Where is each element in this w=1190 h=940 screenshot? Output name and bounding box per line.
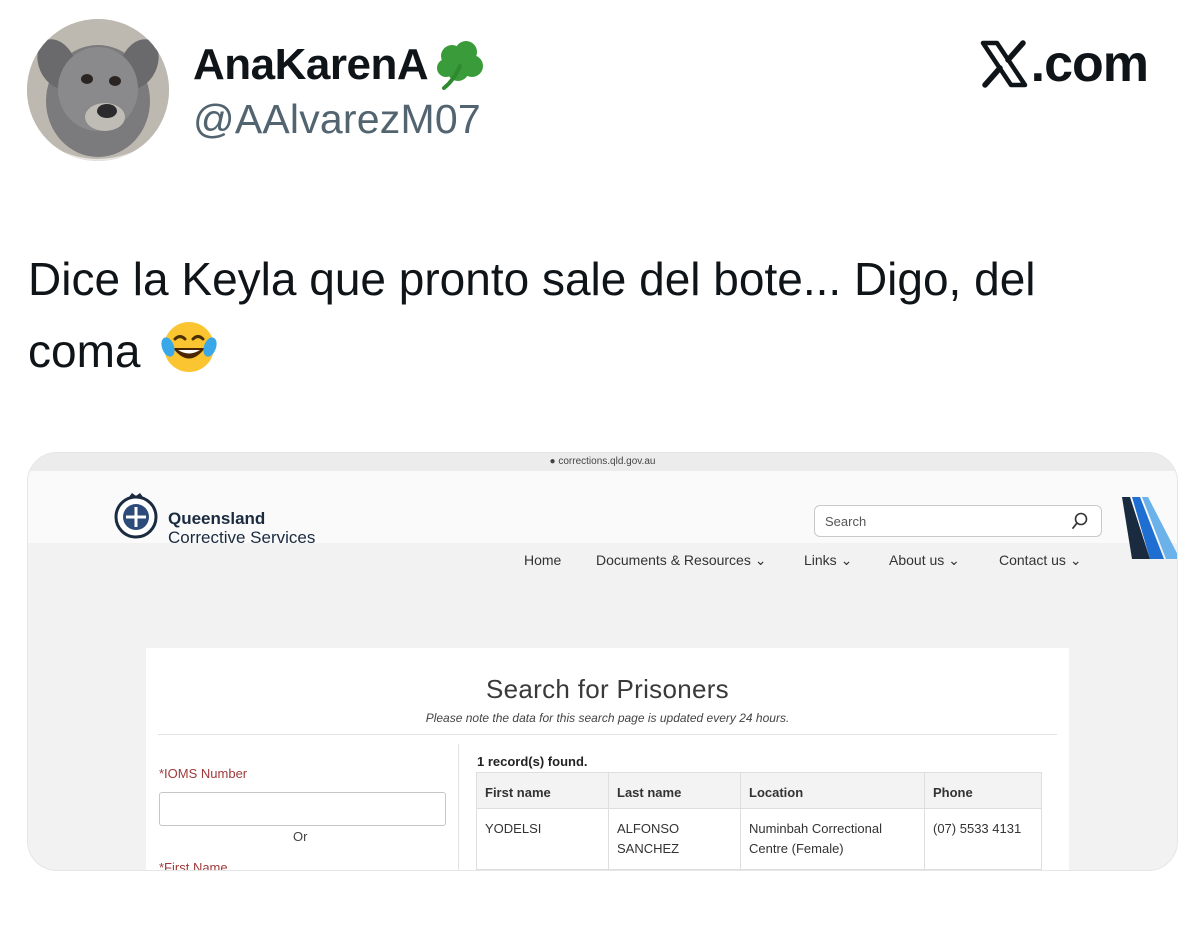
site-header: Queensland Corrective Services Search [28, 471, 1177, 559]
brand-domain: .com [1030, 35, 1149, 93]
nav-contact-label: Contact us [999, 552, 1066, 568]
nav-home[interactable]: Home [524, 552, 561, 568]
site-search-input[interactable]: Search [814, 505, 1102, 537]
handle[interactable]: @AAlvarezM07 [193, 96, 481, 143]
nav-documents-label: Documents & Resources [596, 552, 751, 568]
avatar[interactable] [27, 19, 169, 161]
site-nav: Home Documents & Resources ⌄ Links ⌄ Abo… [28, 543, 1177, 579]
logo-line-1: Queensland [168, 509, 266, 528]
col-location: Location [740, 772, 925, 809]
page-title: Search for Prisoners [486, 674, 729, 704]
table-header-row: First name Last name Location Phone [476, 772, 1042, 809]
cell-last-name: ALFONSO SANCHEZ [608, 808, 741, 870]
nav-contact[interactable]: Contact us ⌄ [999, 552, 1082, 569]
embedded-screenshot[interactable]: ● corrections.qld.gov.au Queensland Corr… [27, 452, 1178, 871]
browser-url-bar: ● corrections.qld.gov.au [28, 453, 1177, 471]
chevron-down-icon: ⌄ [754, 552, 767, 568]
display-name[interactable]: AnaKarenA [193, 40, 429, 90]
tweet-text: Dice la Keyla que pronto sale del bote..… [28, 243, 1148, 387]
col-first-name: First name [476, 772, 609, 809]
dog-avatar-image [27, 19, 169, 161]
chevron-down-icon: ⌄ [948, 552, 960, 568]
divider [158, 734, 1057, 735]
column-divider [458, 744, 459, 870]
col-phone: Phone [924, 772, 1042, 809]
nav-documents[interactable]: Documents & Resources ⌄ [596, 552, 766, 569]
nav-links[interactable]: Links ⌄ [804, 552, 852, 569]
chevron-down-icon: ⌄ [1069, 552, 1082, 568]
shamrock-icon [437, 41, 484, 90]
nav-links-label: Links [804, 552, 837, 568]
search-placeholder: Search [825, 514, 867, 529]
nav-about[interactable]: About us ⌄ [889, 552, 960, 569]
update-note: Please note the data for this search pag… [425, 711, 790, 725]
col-last-name: Last name [608, 772, 741, 809]
face-with-tears-of-joy-icon [161, 322, 217, 372]
chevron-down-icon: ⌄ [840, 552, 853, 568]
table-row: YODELSI ALFONSO SANCHEZ Numinbah Correct… [476, 808, 1042, 870]
qcs-crest-icon [114, 493, 158, 539]
cell-location: Numinbah Correctional Centre (Female) [740, 808, 925, 870]
author-name-row[interactable]: AnaKarenA [193, 40, 492, 90]
search-icon[interactable] [1071, 512, 1089, 530]
x-logo-icon [980, 40, 1027, 88]
or-separator: Or [293, 829, 308, 844]
records-found: 1 record(s) found. [477, 754, 588, 769]
url-text: corrections.qld.gov.au [558, 456, 656, 467]
results-table: First name Last name Location Phone YODE… [476, 772, 1042, 870]
ioms-number-input[interactable] [159, 792, 446, 826]
nav-about-label: About us [889, 552, 945, 568]
search-panel: Search for Prisoners Please note the dat… [146, 648, 1069, 871]
ioms-label: *IOMS Number [159, 766, 248, 781]
cell-phone: (07) 5533 4131 [924, 808, 1042, 870]
first-name-label: *First Name [159, 860, 228, 871]
x-com-brand: .com [979, 34, 1149, 94]
cell-first-name: YODELSI [476, 808, 609, 870]
